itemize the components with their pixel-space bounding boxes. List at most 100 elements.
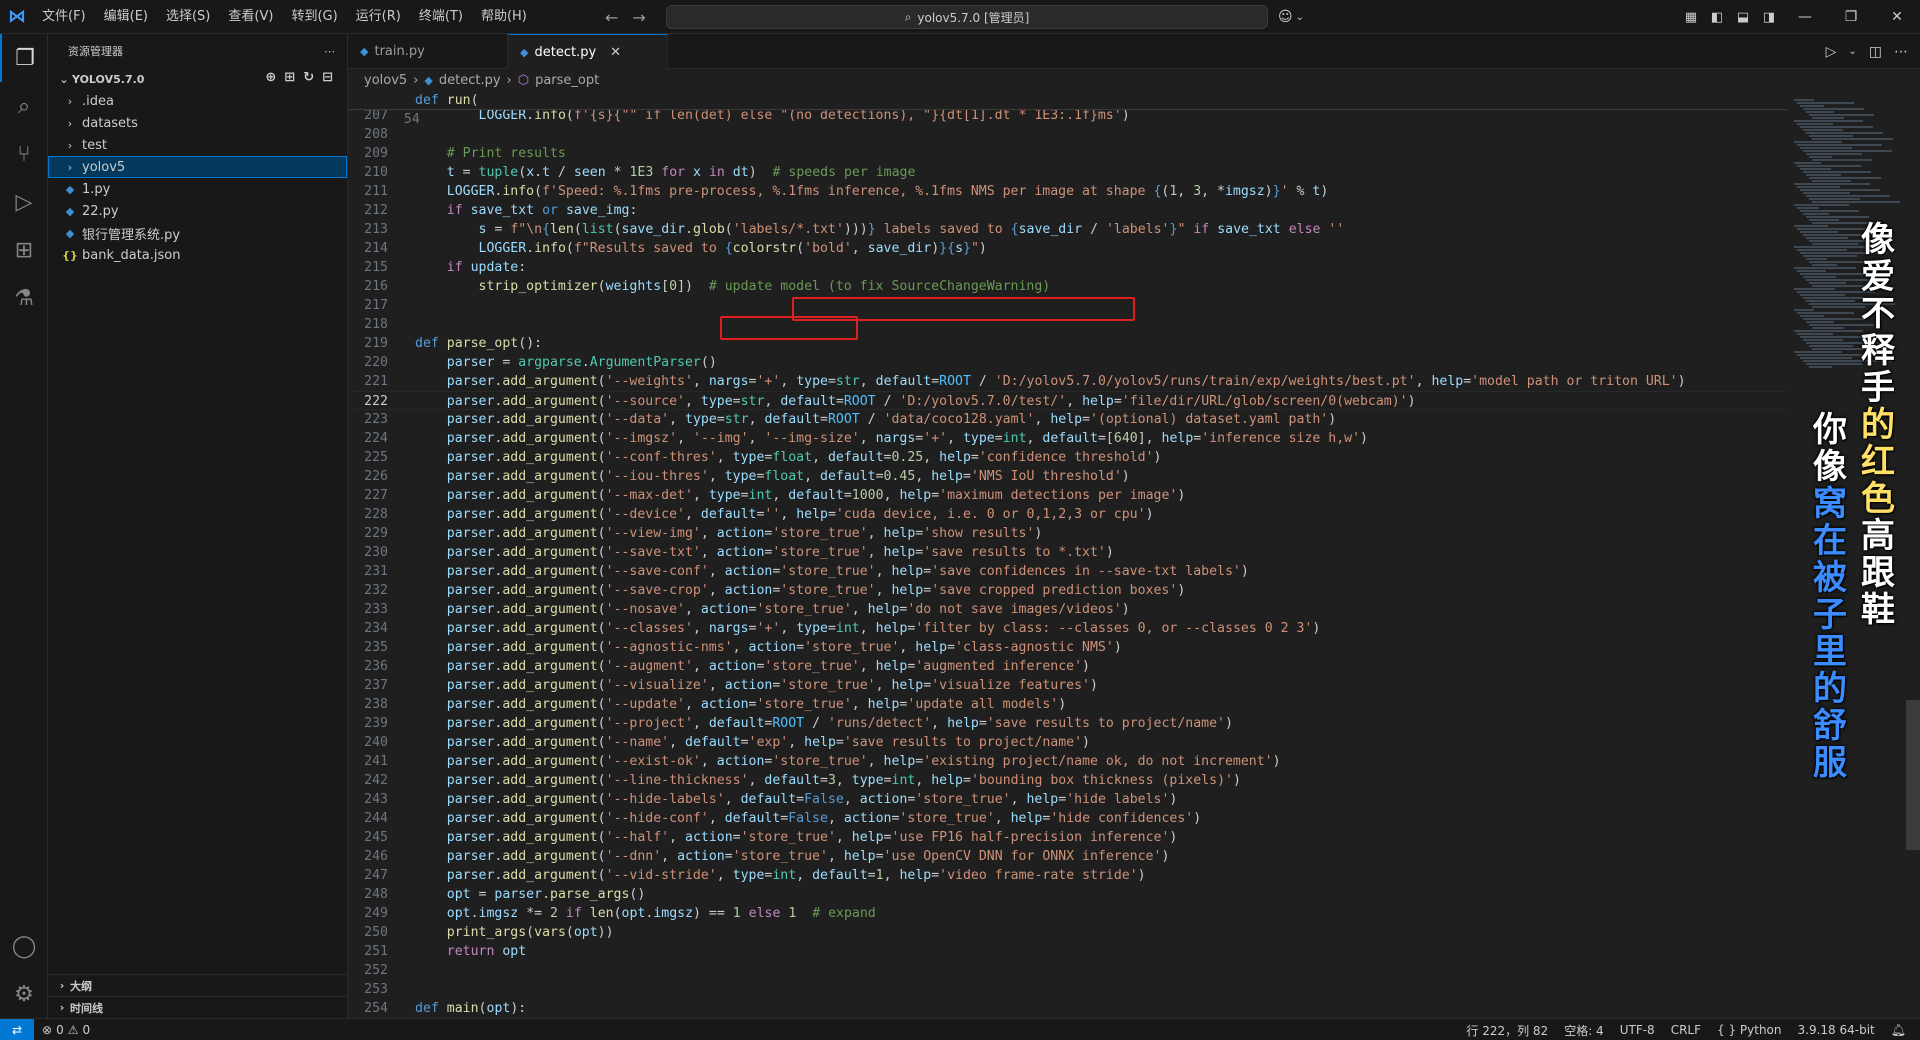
code-line[interactable]: 214 LOGGER.info(f"Results saved to {colo…: [348, 239, 1788, 258]
python-interpreter[interactable]: 3.9.18 64-bit: [1798, 1023, 1875, 1037]
run-debug-icon[interactable]: ▷: [0, 178, 48, 226]
extensions-icon[interactable]: ⊞: [0, 226, 48, 274]
restore-button[interactable]: ❐: [1828, 0, 1874, 34]
code-line[interactable]: 209 # Print results: [348, 144, 1788, 163]
editor-scrollbar[interactable]: [1906, 700, 1920, 850]
more-actions-icon[interactable]: ⋯: [324, 45, 335, 58]
code-line[interactable]: 243 parser.add_argument('--hide-labels',…: [348, 790, 1788, 809]
code-line[interactable]: 210 t = tuple(x.t / seen * 1E3 for x in …: [348, 163, 1788, 182]
timeline-section[interactable]: › 时间线: [48, 996, 348, 1018]
toggle-primary-sidebar-icon[interactable]: ◧: [1704, 0, 1730, 34]
copilot-menu[interactable]: ☺ ⌄: [1278, 0, 1304, 34]
code-line[interactable]: 217: [348, 296, 1788, 315]
breadcrumb-folder[interactable]: yolov5: [364, 73, 407, 88]
tree-folder-item[interactable]: › test: [48, 134, 347, 156]
menu-item-5[interactable]: 运行(R): [348, 0, 409, 34]
code-line[interactable]: 223 parser.add_argument('--data', type=s…: [348, 410, 1788, 429]
cursor-position[interactable]: 行 222，列 82: [1466, 1022, 1548, 1039]
search-view-icon[interactable]: ⌕: [0, 82, 48, 130]
tree-file-item[interactable]: {} bank_data.json: [48, 244, 347, 266]
testing-icon[interactable]: ⚗: [0, 274, 48, 322]
code-line[interactable]: 240 parser.add_argument('--name', defaul…: [348, 733, 1788, 752]
more-actions-icon[interactable]: ⋯: [1894, 44, 1908, 60]
back-arrow-icon[interactable]: ←: [605, 8, 618, 27]
tree-folder-item[interactable]: › .idea: [48, 90, 347, 112]
code-line[interactable]: 249 opt.imgsz *= 2 if len(opt.imgsz) == …: [348, 904, 1788, 923]
notifications-bell-icon[interactable]: 🔔︎: [1891, 1023, 1906, 1037]
toggle-secondary-sidebar-icon[interactable]: ◨: [1756, 0, 1782, 34]
tree-folder-item[interactable]: › yolov5: [48, 156, 347, 178]
customize-layout-icon[interactable]: ▦: [1678, 0, 1704, 34]
breadcrumb-file[interactable]: detect.py: [439, 73, 501, 88]
code-line[interactable]: 227 parser.add_argument('--max-det', typ…: [348, 486, 1788, 505]
code-line[interactable]: 253: [348, 980, 1788, 999]
code-line[interactable]: 215 if update:: [348, 258, 1788, 277]
code-line[interactable]: 238 parser.add_argument('--update', acti…: [348, 695, 1788, 714]
code-line[interactable]: 208: [348, 125, 1788, 144]
code-line[interactable]: 220 parser = argparse.ArgumentParser(): [348, 353, 1788, 372]
code-line[interactable]: 219 def parse_opt():: [348, 334, 1788, 353]
account-icon[interactable]: ◯: [0, 922, 48, 970]
code-line[interactable]: 216 strip_optimizer(weights[0]) # update…: [348, 277, 1788, 296]
settings-gear-icon[interactable]: ⚙: [0, 970, 48, 1018]
new-file-icon[interactable]: ⊕: [265, 70, 276, 85]
command-center-search[interactable]: ⌕ yolov5.7.0 [管理员]: [666, 5, 1268, 29]
breadcrumb-symbol[interactable]: parse_opt: [535, 73, 599, 88]
menu-item-7[interactable]: 帮助(H): [473, 0, 535, 34]
code-line[interactable]: 236 parser.add_argument('--augment', act…: [348, 657, 1788, 676]
tab-train-py[interactable]: ◆ train.py: [348, 34, 508, 69]
code-line[interactable]: 239 parser.add_argument('--project', def…: [348, 714, 1788, 733]
tree-file-item[interactable]: ◆ 22.py: [48, 200, 347, 222]
code-line[interactable]: 211 LOGGER.info(f'Speed: %.1fms pre-proc…: [348, 182, 1788, 201]
tree-file-item[interactable]: ◆ 银行管理系统.py: [48, 222, 347, 244]
code-line[interactable]: 222 parser.add_argument('--source', type…: [348, 391, 1788, 410]
code-line[interactable]: 235 parser.add_argument('--agnostic-nms'…: [348, 638, 1788, 657]
code-line[interactable]: 246 parser.add_argument('--dnn', action=…: [348, 847, 1788, 866]
menu-item-2[interactable]: 选择(S): [158, 0, 218, 34]
menu-item-1[interactable]: 编辑(E): [96, 0, 156, 34]
code-line[interactable]: 244 parser.add_argument('--hide-conf', d…: [348, 809, 1788, 828]
minimize-button[interactable]: —: [1782, 0, 1828, 34]
code-line[interactable]: 230 parser.add_argument('--save-txt', ac…: [348, 543, 1788, 562]
outline-section[interactable]: › 大纲: [48, 974, 348, 996]
forward-arrow-icon[interactable]: →: [632, 8, 645, 27]
run-python-file-icon[interactable]: ▷: [1826, 44, 1837, 60]
menu-item-6[interactable]: 终端(T): [411, 0, 471, 34]
code-line[interactable]: 224 parser.add_argument('--imgsz', '--im…: [348, 429, 1788, 448]
code-line[interactable]: 218: [348, 315, 1788, 334]
source-control-icon[interactable]: ⑂: [0, 130, 48, 178]
code-line[interactable]: 241 parser.add_argument('--exist-ok', ac…: [348, 752, 1788, 771]
code-line[interactable]: 232 parser.add_argument('--save-crop', a…: [348, 581, 1788, 600]
code-line[interactable]: 233 parser.add_argument('--nosave', acti…: [348, 600, 1788, 619]
problems-indicator[interactable]: ⊗ 0 ⚠ 0: [34, 1023, 90, 1037]
code-line[interactable]: 247 parser.add_argument('--vid-stride', …: [348, 866, 1788, 885]
tab-detect-py[interactable]: ◆ detect.py ✕: [508, 34, 668, 69]
sticky-scroll-header[interactable]: 54 def run(: [348, 91, 1788, 127]
code-line[interactable]: 229 parser.add_argument('--view-img', ac…: [348, 524, 1788, 543]
toggle-panel-icon[interactable]: ⬓: [1730, 0, 1756, 34]
code-line[interactable]: 212 if save_txt or save_img:: [348, 201, 1788, 220]
split-editor-icon[interactable]: ◫: [1869, 44, 1882, 60]
close-tab-icon[interactable]: ✕: [610, 45, 621, 60]
code-line[interactable]: 213 s = f"\n{len(list(save_dir.glob('lab…: [348, 220, 1788, 239]
tree-file-item[interactable]: ◆ 1.py: [48, 178, 347, 200]
code-line[interactable]: 237 parser.add_argument('--visualize', a…: [348, 676, 1788, 695]
tree-folder-item[interactable]: › datasets: [48, 112, 347, 134]
code-line[interactable]: 252: [348, 961, 1788, 980]
collapse-all-icon[interactable]: ⊟: [322, 70, 333, 85]
explorer-icon[interactable]: ❐: [0, 34, 48, 82]
code-editor[interactable]: 54 def run( 207 LOGGER.info(f'{s}{"" if …: [348, 91, 1920, 1018]
code-line[interactable]: 254 def main(opt):: [348, 999, 1788, 1018]
code-line[interactable]: 251 return opt: [348, 942, 1788, 961]
code-line[interactable]: 248 opt = parser.parse_args(): [348, 885, 1788, 904]
chevron-down-icon[interactable]: ⌄: [1848, 46, 1856, 57]
code-line[interactable]: 234 parser.add_argument('--classes', nar…: [348, 619, 1788, 638]
workspace-root-folder[interactable]: ⌄ YOLOV5.7.0 ⊕ ⊞ ↻ ⊟: [48, 68, 347, 90]
end-of-line[interactable]: CRLF: [1671, 1023, 1701, 1037]
code-line[interactable]: 221 parser.add_argument('--weights', nar…: [348, 372, 1788, 391]
new-folder-icon[interactable]: ⊞: [284, 70, 295, 85]
menu-item-0[interactable]: 文件(F): [34, 0, 94, 34]
menu-item-3[interactable]: 查看(V): [220, 0, 281, 34]
code-line[interactable]: 225 parser.add_argument('--conf-thres', …: [348, 448, 1788, 467]
code-line[interactable]: 242 parser.add_argument('--line-thicknes…: [348, 771, 1788, 790]
